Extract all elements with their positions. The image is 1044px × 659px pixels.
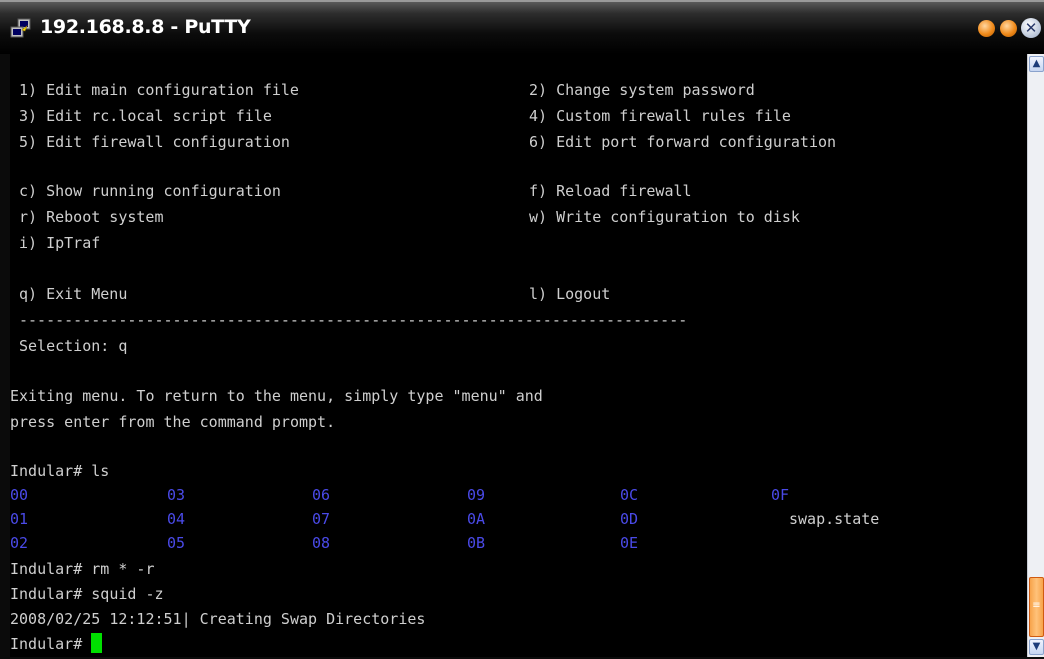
menu-item: l) Logout <box>529 285 611 303</box>
menu-item: 4) Custom firewall rules file <box>529 107 791 125</box>
menu-separator: ----------------------------------------… <box>19 311 688 329</box>
menu-item: q) Exit Menu <box>19 285 128 303</box>
ls-entry: 06 <box>312 486 331 504</box>
ls-entry: 09 <box>467 486 486 504</box>
putty-window: 192.168.8.8 - PuTTY ✕ 1) Edit main confi… <box>0 0 1044 659</box>
close-icon: ✕ <box>1024 19 1038 37</box>
ls-entry: 0F <box>771 486 790 504</box>
menu-item: 2) Change system password <box>529 81 755 99</box>
ls-entry: 00 <box>10 486 29 504</box>
text-cursor <box>91 633 103 653</box>
minimize-button[interactable] <box>978 20 995 37</box>
menu-item: 6) Edit port forward configuration <box>529 133 837 151</box>
vertical-scrollbar[interactable]: ▲ ≡ ▼ <box>1027 54 1044 657</box>
exit-message-line: press enter from the command prompt. <box>10 413 336 431</box>
menu-item: 5) Edit firewall configuration <box>19 133 290 151</box>
window-title: 192.168.8.8 - PuTTY <box>40 16 251 38</box>
ls-entry: 0A <box>467 510 486 528</box>
menu-item: c) Show running configuration <box>19 182 281 200</box>
ls-entry: 0D <box>620 510 639 528</box>
ls-entry: 04 <box>167 510 186 528</box>
menu-item: i) IpTraf <box>19 234 101 252</box>
scrollbar-thumb[interactable]: ≡ <box>1029 577 1044 637</box>
scroll-down-button[interactable]: ▼ <box>1029 639 1044 655</box>
ls-entry: 0C <box>620 486 639 504</box>
grip-icon: ≡ <box>1032 600 1041 611</box>
command-line: Indular# rm * -r <box>10 560 155 578</box>
ls-entry: 07 <box>312 510 331 528</box>
menu-item: 1) Edit main configuration file <box>19 81 299 99</box>
ls-entry: swap.state <box>789 510 880 528</box>
exit-message-line: Exiting menu. To return to the menu, sim… <box>10 387 543 405</box>
close-button[interactable]: ✕ <box>1021 18 1041 38</box>
squid-output-line: 2008/02/25 12:12:51| Creating Swap Direc… <box>10 610 426 628</box>
ls-entry: 08 <box>312 534 331 552</box>
menu-item: f) Reload firewall <box>529 182 692 200</box>
prompt-line[interactable]: Indular# <box>10 631 103 657</box>
putty-icon[interactable] <box>10 18 32 40</box>
ls-entry: 01 <box>10 510 29 528</box>
shell-prompt: Indular# <box>10 635 92 653</box>
window-left-border <box>0 54 10 659</box>
selection-line: Selection: q <box>19 337 128 355</box>
maximize-button[interactable] <box>1000 20 1017 37</box>
menu-item: 3) Edit rc.local script file <box>19 107 272 125</box>
menu-item: r) Reboot system <box>19 208 164 226</box>
terminal-area[interactable]: 1) Edit main configuration file 2) Chang… <box>10 54 1027 657</box>
ls-entry: 02 <box>10 534 29 552</box>
command-line: Indular# squid -z <box>10 585 164 603</box>
ls-entry: 05 <box>167 534 186 552</box>
arrow-down-icon: ▼ <box>1032 641 1041 652</box>
ls-entry: 03 <box>167 486 186 504</box>
command-line: Indular# ls <box>10 462 110 480</box>
menu-item: w) Write configuration to disk <box>529 208 800 226</box>
arrow-up-icon: ▲ <box>1032 58 1041 69</box>
scroll-up-button[interactable]: ▲ <box>1029 56 1044 72</box>
ls-entry: 0B <box>467 534 486 552</box>
ls-entry: 0E <box>620 534 639 552</box>
title-bar[interactable]: 192.168.8.8 - PuTTY ✕ <box>0 0 1044 54</box>
